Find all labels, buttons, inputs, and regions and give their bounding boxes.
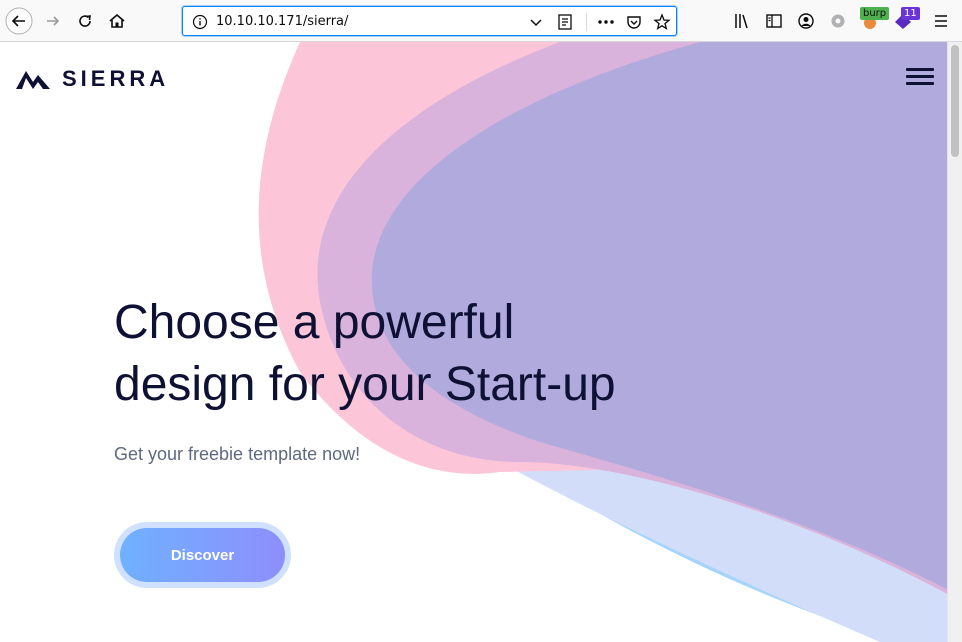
url-text[interactable]: 10.10.10.171/sierra/: [216, 14, 348, 29]
home-button[interactable]: [103, 7, 131, 35]
sidebar-icon[interactable]: [765, 12, 783, 30]
brand-logo[interactable]: SIERRA: [16, 66, 169, 92]
address-bar[interactable]: 10.10.10.171/sierra/: [182, 6, 677, 36]
reload-icon: [79, 15, 91, 27]
brand-name: SIERRA: [62, 66, 170, 91]
hamburger-bar: [906, 68, 934, 71]
library-icon[interactable]: [733, 12, 751, 30]
hero-title: Choose a powerful design for your Start-…: [114, 292, 734, 416]
mountain-logo-icon: [16, 71, 50, 89]
url-separator: [586, 13, 587, 31]
bookmark-star-icon[interactable]: [653, 13, 671, 31]
hamburger-bar: [906, 82, 934, 85]
back-button[interactable]: [5, 7, 33, 35]
hero-title-line-1: Choose a powerful: [114, 296, 515, 349]
forward-arrow-icon: [47, 16, 60, 26]
hero-subtitle: Get your freebie template now!: [114, 444, 361, 464]
reload-button[interactable]: [71, 7, 99, 35]
forward-button[interactable]: [39, 7, 67, 35]
back-arrow-icon: [5, 7, 33, 35]
burp-badge: burp: [860, 7, 890, 20]
menu-icon[interactable]: [932, 12, 950, 30]
reader-view-icon[interactable]: [557, 13, 573, 31]
home-icon: [109, 13, 125, 28]
page-scrollbar[interactable]: [947, 42, 962, 642]
site-info-icon[interactable]: [192, 14, 208, 30]
discover-button[interactable]: Discover: [120, 528, 285, 582]
hamburger-menu-button[interactable]: [906, 68, 934, 88]
extension-count-badge: 11: [901, 7, 920, 20]
hero-title-line-2: design for your Start-up: [114, 358, 616, 411]
scrollbar-thumb[interactable]: [951, 45, 959, 157]
hamburger-bar: [906, 75, 934, 78]
chevron-down-icon[interactable]: [529, 15, 543, 29]
extension-gear-icon[interactable]: [829, 12, 847, 30]
account-icon[interactable]: [797, 12, 815, 30]
pocket-icon[interactable]: [625, 13, 643, 31]
page-actions-icon[interactable]: [597, 16, 615, 28]
browser-toolbar: 10.10.10.171/sierra/ burp 11: [0, 0, 962, 42]
page-viewport: SIERRA Choose a powerful design for your…: [0, 42, 962, 642]
discover-button-halo: Discover: [114, 522, 291, 588]
